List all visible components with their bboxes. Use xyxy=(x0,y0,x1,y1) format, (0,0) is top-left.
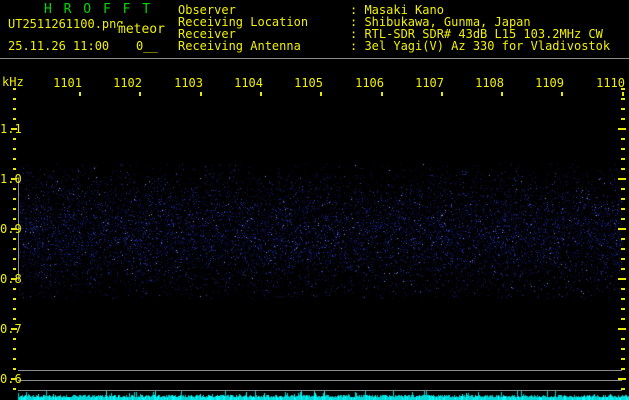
x-tick-label: 1107 xyxy=(415,76,444,90)
level-reference-line-1 xyxy=(18,370,622,371)
y-minor-tick-left xyxy=(13,258,16,260)
y-minor-tick-left xyxy=(13,198,16,200)
y-minor-tick-right xyxy=(621,118,625,120)
station-label: meteor xyxy=(118,22,165,37)
y-major-tick-right xyxy=(618,178,626,180)
y-minor-tick-right xyxy=(621,218,625,220)
receiver-info-row: Receiving Antenna : 3el Yagi(V) Az 330 fo… xyxy=(178,40,628,52)
x-tick-mark xyxy=(260,92,262,96)
y-minor-tick-left xyxy=(13,238,16,240)
level-reference-line-3 xyxy=(18,390,622,391)
y-major-tick-right xyxy=(618,128,626,130)
y-minor-tick-left xyxy=(13,358,16,360)
y-minor-tick-right xyxy=(621,338,625,340)
x-tick-mark xyxy=(320,92,322,96)
spectrogram-noise-canvas xyxy=(0,0,629,400)
y-minor-tick-left xyxy=(13,308,16,310)
y-major-tick-right xyxy=(618,378,626,380)
x-tick-mark xyxy=(561,92,563,96)
y-minor-tick-right xyxy=(621,158,625,160)
y-minor-tick-right xyxy=(621,108,625,110)
y-minor-tick-left xyxy=(13,188,16,190)
y-minor-tick-left xyxy=(13,248,16,250)
y-minor-tick-right xyxy=(621,358,625,360)
y-minor-tick-right xyxy=(621,208,625,210)
observation-datetime: 25.11.26 11:00 xyxy=(8,39,110,53)
x-tick-label: 1101 xyxy=(53,76,82,90)
y-minor-tick-right xyxy=(621,308,625,310)
x-tick-label: 1108 xyxy=(475,76,504,90)
y-minor-tick-left xyxy=(13,168,16,170)
x-tick-label: 1105 xyxy=(294,76,323,90)
y-major-tick-left xyxy=(11,378,17,380)
y-minor-tick-right xyxy=(621,168,625,170)
y-minor-tick-left xyxy=(13,338,16,340)
y-minor-tick-right xyxy=(621,188,625,190)
x-tick-mark xyxy=(79,92,81,96)
y-minor-tick-right xyxy=(621,198,625,200)
info-value: : 3el Yagi(V) Az 330 for Vladivostok xyxy=(350,39,611,53)
y-major-tick-right xyxy=(618,278,626,280)
y-major-tick-left xyxy=(11,178,17,180)
x-tick-label: 1103 xyxy=(174,76,203,90)
receiver-info-block: Observer: Masaki Kano Receiving Location:… xyxy=(178,4,628,52)
level-reference-line-2 xyxy=(18,380,622,381)
y-minor-tick-right xyxy=(621,88,625,90)
y-minor-tick-left xyxy=(13,148,16,150)
y-minor-tick-left xyxy=(13,268,16,270)
y-minor-tick-left xyxy=(13,288,16,290)
y-minor-tick-left xyxy=(13,368,16,370)
y-minor-tick-right xyxy=(621,138,625,140)
y-minor-tick-right xyxy=(621,288,625,290)
y-minor-tick-right xyxy=(621,98,625,100)
y-minor-tick-left xyxy=(13,98,16,100)
y-major-tick-left xyxy=(11,278,17,280)
echo-count: 0__ xyxy=(136,39,158,53)
y-minor-tick-right xyxy=(621,348,625,350)
y-minor-tick-right xyxy=(621,368,625,370)
app-title: H R O F F T xyxy=(44,2,153,17)
x-tick-label: 1104 xyxy=(234,76,263,90)
y-minor-tick-right xyxy=(621,258,625,260)
y-major-tick-left xyxy=(11,128,17,130)
y-minor-tick-left xyxy=(13,158,16,160)
y-minor-tick-left xyxy=(13,138,16,140)
info-label: Receiving Antenna xyxy=(178,39,301,53)
y-minor-tick-left xyxy=(13,348,16,350)
x-tick-label: 1106 xyxy=(355,76,384,90)
x-tick-mark xyxy=(622,92,624,96)
y-minor-tick-right xyxy=(621,148,625,150)
y-axis-unit-label: kHz xyxy=(2,75,24,89)
y-minor-tick-left xyxy=(13,108,16,110)
x-tick-label: 1109 xyxy=(535,76,564,90)
x-tick-mark xyxy=(441,92,443,96)
y-minor-tick-right xyxy=(621,248,625,250)
header-divider-line xyxy=(0,58,629,59)
x-tick-label: 1102 xyxy=(113,76,142,90)
y-major-tick-right xyxy=(618,228,626,230)
y-minor-tick-left xyxy=(13,118,16,120)
y-minor-tick-right xyxy=(621,238,625,240)
y-minor-tick-right xyxy=(621,268,625,270)
y-minor-tick-right xyxy=(621,298,625,300)
y-minor-tick-left xyxy=(13,318,16,320)
y-minor-tick-right xyxy=(621,388,625,390)
y-minor-tick-left xyxy=(13,208,16,210)
y-minor-tick-left xyxy=(13,218,16,220)
y-major-tick-left xyxy=(11,228,17,230)
y-minor-tick-left xyxy=(13,88,16,90)
x-tick-mark xyxy=(200,92,202,96)
y-major-tick-left xyxy=(11,328,17,330)
y-minor-tick-right xyxy=(621,318,625,320)
y-major-tick-right xyxy=(618,328,626,330)
x-tick-mark xyxy=(139,92,141,96)
y-minor-tick-left xyxy=(13,298,16,300)
x-tick-mark xyxy=(381,92,383,96)
hrofft-window: H R O F F T UT2511261100.png meteor 25.1… xyxy=(0,0,629,400)
output-filename: UT2511261100.png xyxy=(8,17,124,31)
x-tick-mark xyxy=(501,92,503,96)
y-minor-tick-left xyxy=(13,388,16,390)
